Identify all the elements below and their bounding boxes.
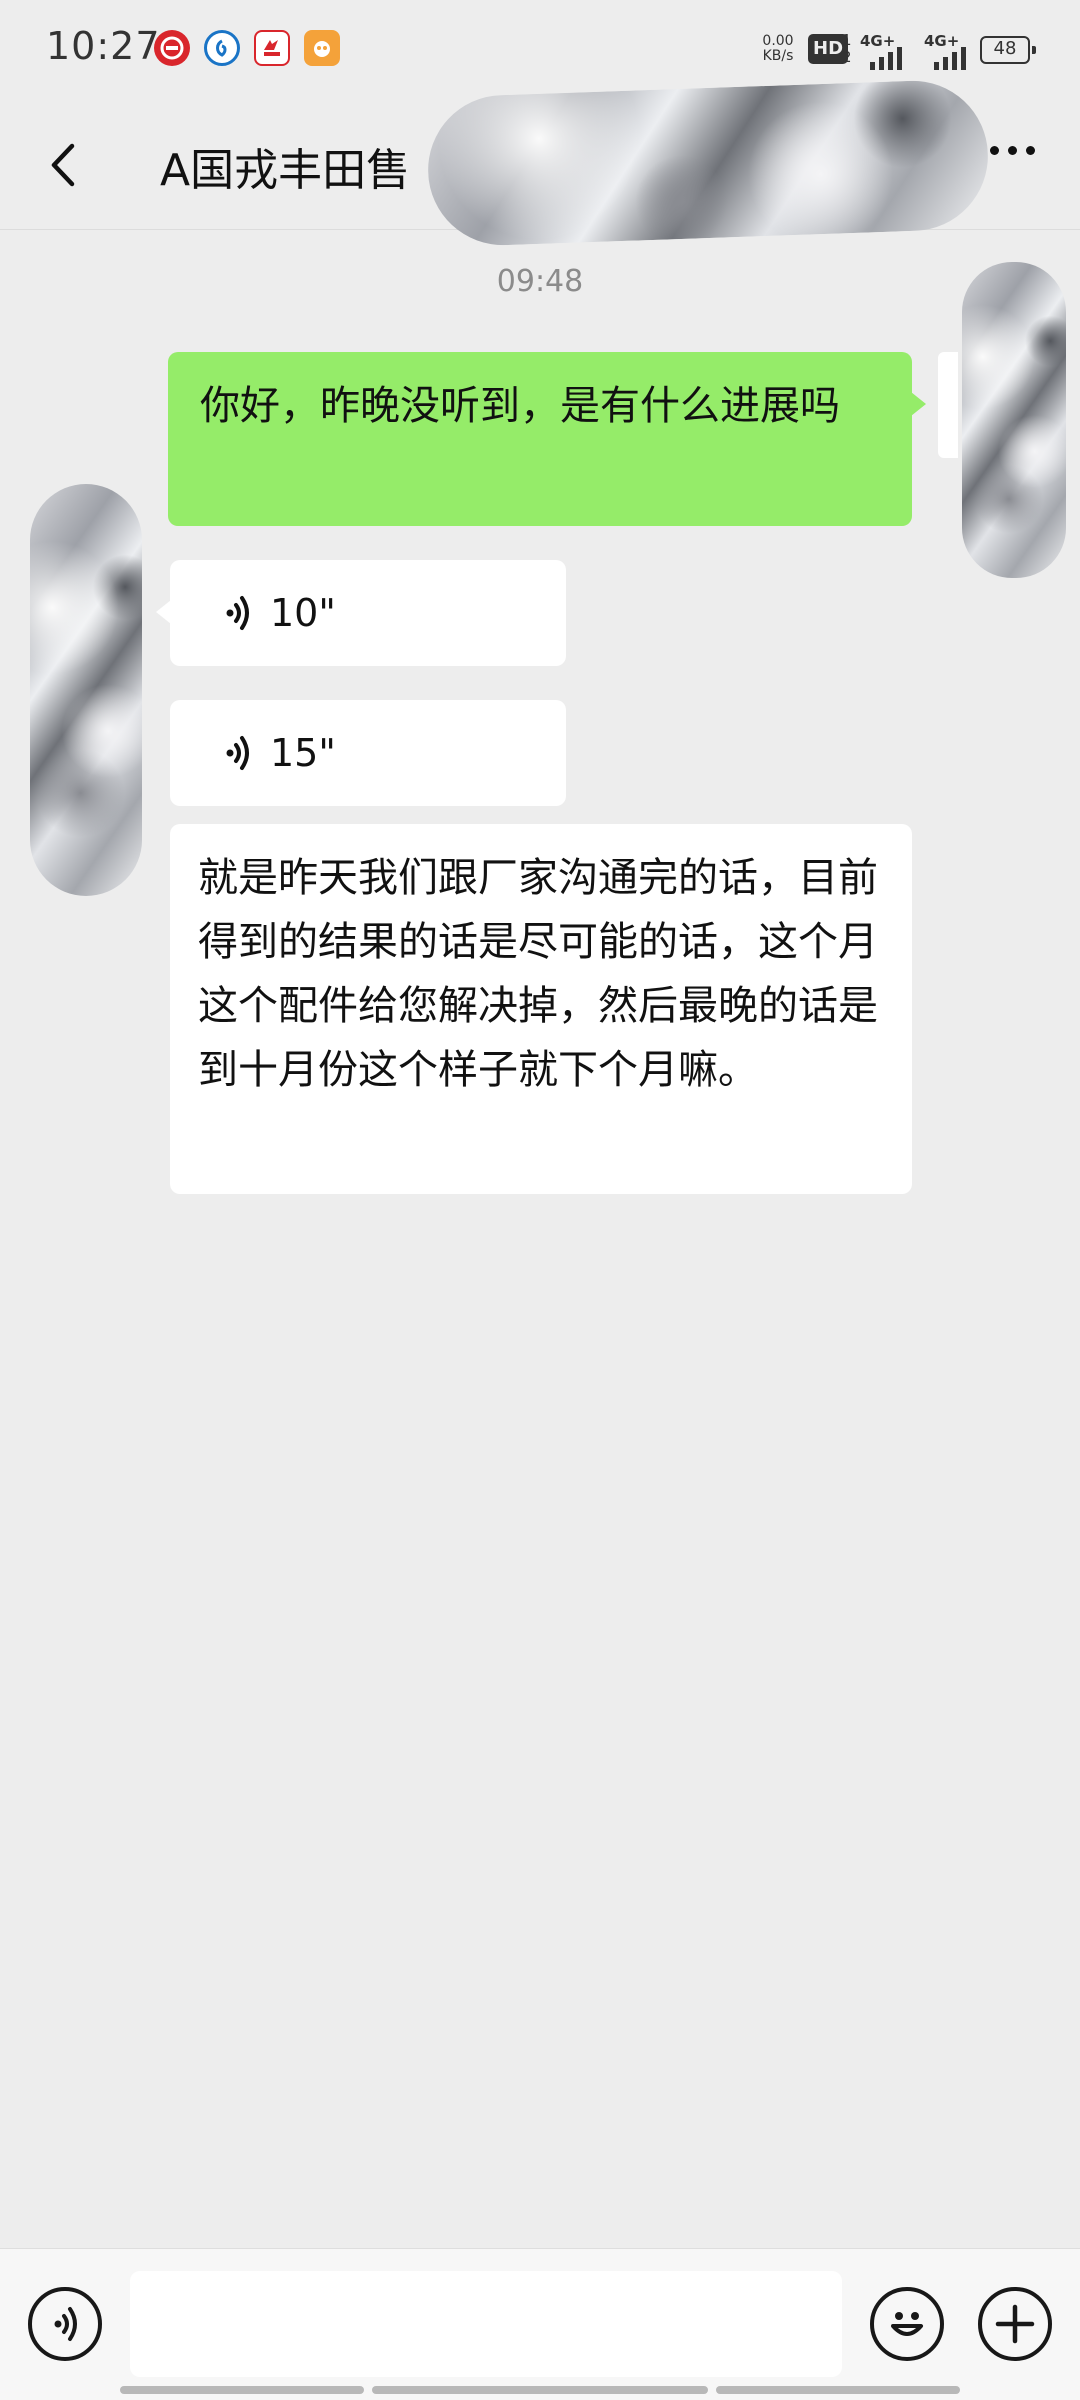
contact-avatar[interactable] — [30, 484, 142, 896]
self-avatar[interactable] — [962, 262, 1066, 578]
chat-title: A国戎丰田售 — [160, 145, 411, 196]
voice-duration: 15" — [270, 731, 336, 775]
voice-wave-icon — [226, 736, 249, 770]
more-icon — [990, 146, 999, 155]
voice-message[interactable]: 10" — [156, 560, 566, 666]
sim-slot-numbers: 12 — [842, 31, 852, 66]
message-timestamp: 09:48 — [496, 264, 584, 299]
emoji-icon — [891, 2312, 923, 2336]
chevron-left-icon — [51, 143, 75, 187]
input-bar — [0, 2248, 1080, 2400]
edge-fragment — [938, 352, 958, 458]
voice-message[interactable]: 15" — [170, 700, 566, 806]
network-speed-value: 0.00 — [762, 33, 794, 49]
message-input[interactable] — [130, 2271, 842, 2377]
orange-app-icon — [304, 30, 340, 66]
message-text: 就是昨天我们跟厂家沟通完的话，目前得到的结果的话是尽可能的话，这个月这个配件给您… — [198, 855, 878, 1093]
signal-strength-icon: 4G+ — [856, 32, 908, 70]
voice-wave-icon — [226, 596, 249, 630]
redaction-overlay — [425, 78, 991, 248]
message-bubble-incoming[interactable]: 就是昨天我们跟厂家沟通完的话，目前得到的结果的话是尽可能的话，这个月这个配件给您… — [170, 824, 912, 1194]
message-text: 你好，昨晚没听到，是有什么进展吗 — [200, 383, 840, 429]
gesture-bar — [716, 2386, 960, 2394]
more-button[interactable] — [990, 146, 1035, 155]
battery-icon: 48 — [980, 36, 1036, 64]
citic-icon — [154, 30, 190, 66]
notification-icons — [154, 30, 340, 66]
network-speed-unit: KB/s — [762, 48, 794, 64]
voice-input-icon — [54, 2307, 77, 2341]
emoji-button[interactable] — [870, 2287, 944, 2361]
status-time: 10:27 — [46, 24, 161, 68]
gesture-bar — [120, 2386, 364, 2394]
battery-level: 48 — [993, 38, 1017, 59]
network-speed: 0.00 KB/s — [756, 34, 800, 64]
plus-icon — [995, 2304, 1035, 2344]
voice-toggle-button[interactable] — [28, 2287, 102, 2361]
more-functions-button[interactable] — [978, 2287, 1052, 2361]
signal-strength-icon: 4G+ — [920, 32, 972, 70]
voice-duration: 10" — [270, 591, 336, 635]
back-button[interactable] — [30, 130, 100, 200]
bank-app-icon — [254, 30, 290, 66]
gesture-bar — [372, 2386, 708, 2394]
circle-logo-icon — [204, 30, 240, 66]
message-bubble-outgoing[interactable]: 你好，昨晚没听到，是有什么进展吗 — [168, 352, 926, 526]
